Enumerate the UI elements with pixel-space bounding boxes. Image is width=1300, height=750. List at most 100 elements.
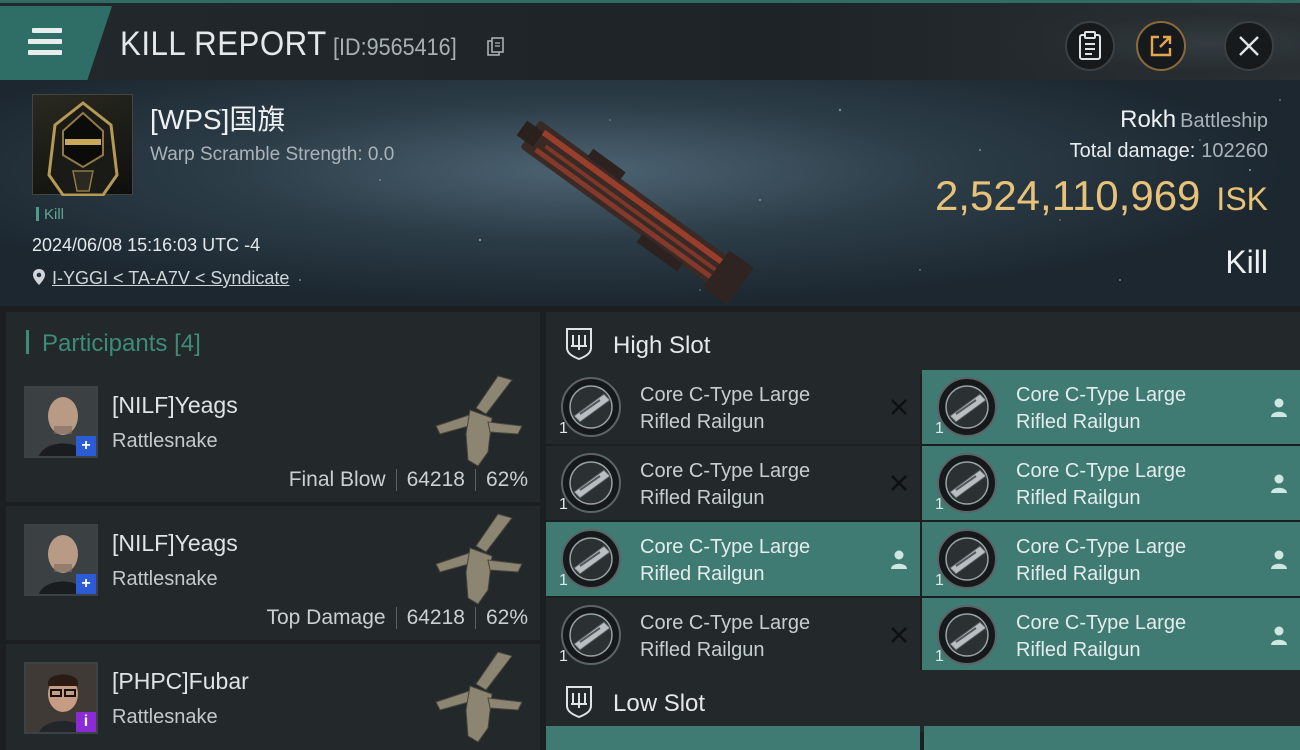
module-item[interactable]: 1 Core C-Type Large Rifled Railgun [546, 370, 920, 444]
clipboard-button[interactable] [1065, 21, 1115, 71]
module-name: Core C-Type Large Rifled Railgun [1016, 610, 1186, 664]
slot-shield-icon [566, 686, 592, 718]
avatar[interactable]: i [24, 662, 98, 734]
module-quantity: 1 [559, 648, 568, 665]
person-icon [891, 550, 907, 569]
module-name-line2: Rifled Railgun [640, 563, 765, 585]
participant-name[interactable]: [NILF]Yeags [112, 392, 238, 419]
module-name: Core C-Type Large Rifled Railgun [1016, 458, 1186, 512]
report-id: [ID:9565416] [333, 34, 457, 61]
module-name: Core C-Type Large Rifled Railgun [640, 534, 810, 588]
module-name-line2: Rifled Railgun [640, 487, 765, 509]
module-item[interactable]: 1 Core C-Type Large Rifled Railgun [546, 522, 920, 596]
avatar[interactable]: + [24, 524, 98, 596]
victim-ship[interactable]: Rokh Battleship [1120, 106, 1268, 134]
total-damage-label: Total damage: [1069, 140, 1196, 162]
participants-count: [4] [174, 330, 201, 357]
module-item[interactable]: 1 Core C-Type Large Rifled Railgun [922, 598, 1300, 672]
module-quantity: 1 [559, 420, 568, 437]
low-slot-modules [546, 726, 1300, 750]
total-damage-value: 102260 [1201, 140, 1268, 162]
module-item[interactable]: 1 Core C-Type Large Rifled Railgun [922, 522, 1300, 596]
high-slot-label: High Slot [613, 332, 711, 359]
participants-label: Participants [42, 330, 168, 357]
participant-ship-image [435, 651, 523, 743]
warp-scramble-strength: Warp Scramble Strength: 0.0 [150, 144, 395, 165]
module-item[interactable]: 1 Core C-Type Large Rifled Railgun [922, 370, 1300, 444]
menu-button[interactable] [0, 6, 112, 80]
close-button[interactable] [1224, 21, 1274, 71]
clipboard-icon [1079, 31, 1101, 60]
module-quantity: 1 [935, 496, 944, 513]
module-name-line1: Core C-Type Large [640, 612, 811, 634]
module-cell[interactable] [924, 726, 1300, 750]
participant-damage: 64218 [406, 468, 465, 491]
corp-badge: + [76, 436, 96, 456]
location-link[interactable]: I-YGGI < TA-A7V < Syndicate [52, 268, 289, 288]
module-name-line1: Core C-Type Large [640, 384, 811, 406]
high-slot-header: High Slot [546, 312, 1300, 374]
location-pin-icon [33, 269, 45, 285]
copy-icon[interactable] [487, 37, 505, 57]
person-icon [1271, 626, 1287, 645]
module-cell[interactable] [546, 726, 920, 750]
participant-stats: Top Damage 64218 62% [266, 606, 528, 630]
x-mark-icon [891, 475, 907, 491]
avatar[interactable]: + [24, 386, 98, 458]
isk-value: 2,524,110,969 ISK [935, 172, 1268, 220]
module-quantity: 1 [559, 496, 568, 513]
ship-class: Battleship [1180, 110, 1268, 132]
participant-name[interactable]: [NILF]Yeags [112, 530, 238, 557]
participant-percent: 62% [485, 468, 528, 491]
module-name-line1: Core C-Type Large [1016, 612, 1187, 634]
kill-tag: Kill [36, 206, 64, 223]
isk-unit: ISK [1216, 181, 1268, 217]
module-name-line1: Core C-Type Large [1016, 460, 1187, 482]
low-slot-label: Low Slot [613, 690, 706, 717]
top-bar: KILL REPORT [ID:9565416] [0, 0, 1300, 83]
module-name: Core C-Type Large Rifled Railgun [640, 458, 810, 512]
module-name-line2: Rifled Railgun [640, 639, 765, 661]
module-name-line2: Rifled Railgun [1016, 639, 1141, 661]
corp-badge: + [76, 574, 96, 594]
participant-row[interactable]: i [PHPC]Fubar Rattlesnake [6, 644, 540, 750]
share-button[interactable] [1136, 21, 1186, 71]
railgun-module-icon [937, 377, 997, 437]
participants-panel: Participants [4] + [NILF]Yeags Rattlesna… [0, 306, 540, 750]
fitting-panel: High Slot 1 Core C-Type Large Rifled Railg… [546, 306, 1300, 750]
total-damage: Total damage: 102260 [1070, 140, 1268, 163]
module-name-line2: Rifled Railgun [1016, 411, 1141, 433]
module-quantity: 1 [935, 572, 944, 589]
module-name-line2: Rifled Railgun [1016, 487, 1141, 509]
participant-role: Final Blow [288, 468, 386, 491]
module-quantity: 1 [935, 420, 944, 437]
module-item[interactable]: 1 Core C-Type Large Rifled Railgun [546, 446, 920, 520]
person-icon [1271, 474, 1287, 493]
ship-type: Rokh [1120, 106, 1177, 133]
module-name: Core C-Type Large Rifled Railgun [1016, 382, 1186, 436]
participant-percent: 62% [485, 606, 528, 629]
module-name-line1: Core C-Type Large [640, 536, 811, 558]
participant-row[interactable]: + [NILF]Yeags Rattlesnake Final Blow 642… [6, 368, 540, 502]
kill-location[interactable]: I-YGGI < TA-A7V < Syndicate [32, 268, 289, 289]
victim-avatar [47, 101, 119, 197]
person-icon [1271, 550, 1287, 569]
module-item[interactable]: 1 Core C-Type Large Rifled Railgun [546, 598, 920, 672]
participant-ship-image [435, 375, 523, 467]
victim-name[interactable]: [WPS]国旗 [150, 98, 285, 138]
participant-row[interactable]: + [NILF]Yeags Rattlesnake Top Damage 642… [6, 506, 540, 640]
participant-name[interactable]: [PHPC]Fubar [112, 668, 249, 695]
railgun-module-icon [561, 377, 621, 437]
close-icon [1239, 36, 1259, 56]
participant-ship-image [435, 513, 523, 605]
kill-result: Kill [1225, 244, 1268, 280]
low-slot-header: Low Slot [546, 670, 1300, 732]
module-item[interactable]: 1 Core C-Type Large Rifled Railgun [922, 446, 1300, 520]
x-mark-icon [891, 399, 907, 415]
participant-damage: 64218 [406, 606, 465, 629]
slot-shield-icon [566, 328, 592, 360]
victim-portrait[interactable] [32, 94, 133, 197]
participant-ship: Rattlesnake [112, 568, 218, 590]
victim-ship-image [516, 120, 754, 305]
x-mark-icon [891, 627, 907, 643]
